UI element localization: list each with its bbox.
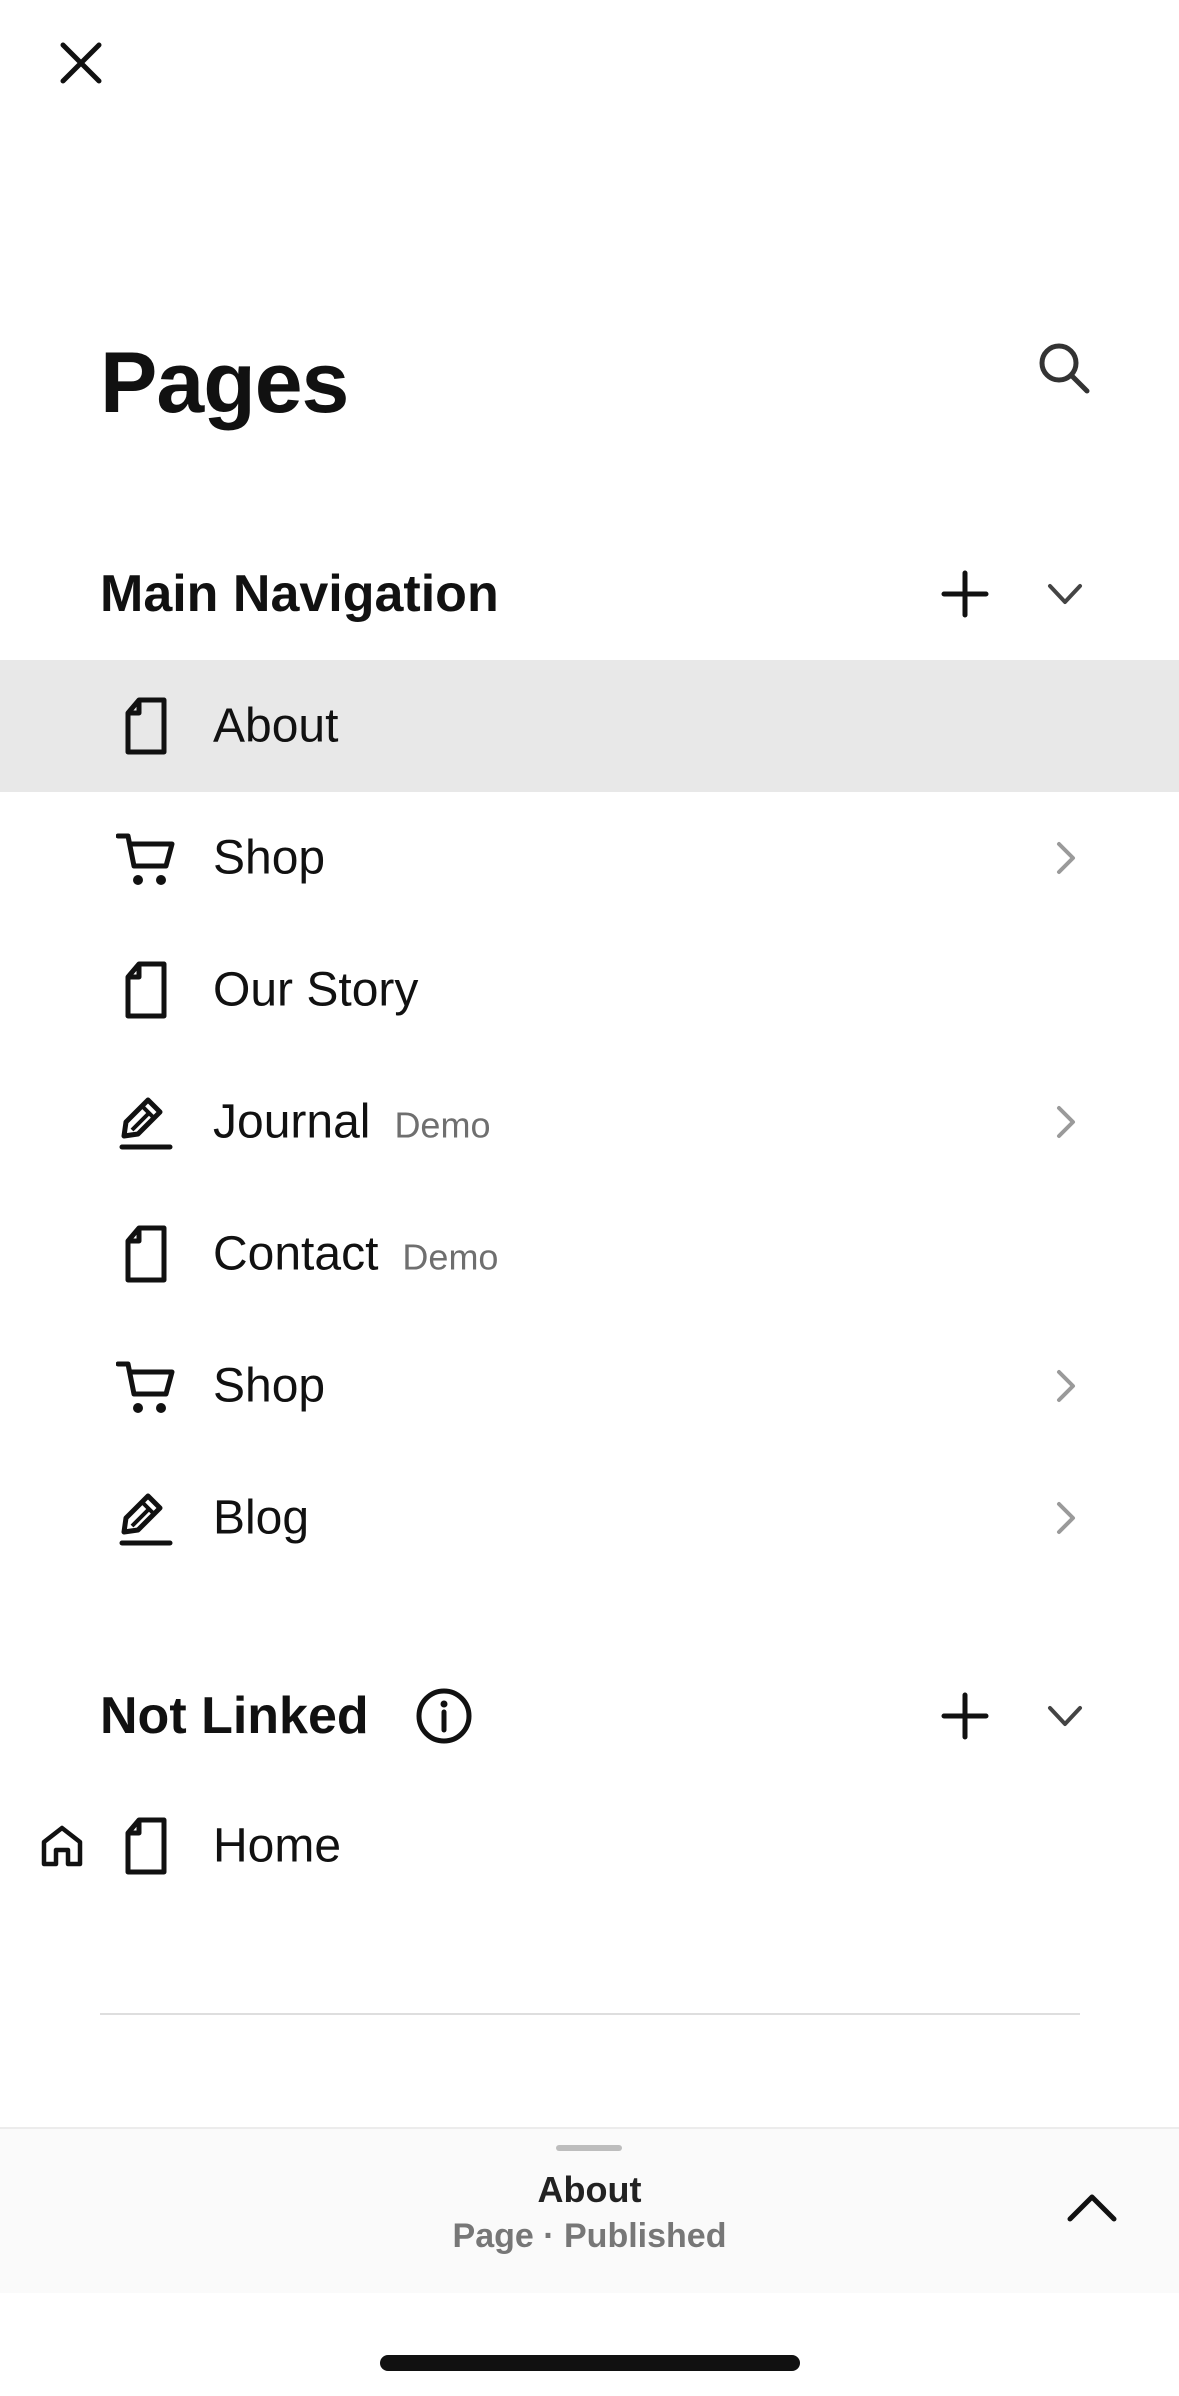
selected-page-title: About — [537, 2169, 642, 2210]
collapse-main-navigation-button[interactable] — [1040, 569, 1090, 619]
page-row-label: Home — [213, 1819, 342, 1873]
chevron-right-icon — [1057, 842, 1075, 874]
page-row-label: Our Story — [213, 963, 419, 1017]
page-row-blog[interactable]: Blog — [0, 1452, 1179, 1584]
plus-icon — [941, 1692, 989, 1740]
section-title-main-navigation: Main Navigation — [100, 565, 499, 623]
selected-page-panel[interactable]: About Page · Published — [0, 2127, 1179, 2293]
page-row-shop[interactable]: Shop — [0, 792, 1179, 924]
page-row-our-story[interactable]: Our Story — [0, 924, 1179, 1056]
info-icon[interactable] — [415, 1687, 473, 1745]
selected-page-status: Page · Published — [452, 2217, 727, 2255]
chevron-down-icon — [1048, 584, 1082, 604]
collapse-not-linked-button[interactable] — [1040, 1691, 1090, 1741]
plus-icon — [941, 570, 989, 618]
chevron-right-icon — [1057, 1370, 1075, 1402]
chevron-down-icon — [1048, 1706, 1082, 1726]
add-page-main-navigation-button[interactable] — [935, 564, 995, 624]
cart-icon — [116, 828, 176, 888]
row-open-button[interactable] — [1040, 833, 1090, 883]
page-icon — [116, 1816, 176, 1876]
close-button[interactable] — [50, 32, 112, 94]
close-icon — [60, 42, 102, 84]
home-indicator — [380, 2355, 800, 2371]
blog-icon — [116, 1488, 176, 1548]
page-row-about[interactable]: About — [0, 660, 1179, 792]
page-row-label: About — [213, 699, 339, 753]
row-open-button[interactable] — [1040, 1493, 1090, 1543]
expand-panel-button[interactable] — [1062, 2179, 1122, 2239]
row-open-button[interactable] — [1040, 1097, 1090, 1147]
page-row-contact[interactable]: Contact Demo — [0, 1188, 1179, 1320]
page-row-label: Journal — [213, 1095, 371, 1149]
page-row-label: Blog — [213, 1491, 310, 1545]
homepage-icon — [41, 1825, 83, 1867]
chevron-right-icon — [1057, 1502, 1075, 1534]
chevron-right-icon — [1057, 1106, 1075, 1138]
search-button[interactable] — [1032, 336, 1096, 400]
page-row-label: Contact — [213, 1227, 379, 1281]
search-icon — [1039, 343, 1090, 394]
page-row-shop-2[interactable]: Shop — [0, 1320, 1179, 1452]
drag-handle[interactable] — [556, 2145, 622, 2151]
page-title: Pages — [100, 335, 349, 431]
demo-tag: Demo — [394, 1104, 491, 1146]
page-icon — [116, 960, 176, 1020]
page-row-home[interactable]: Home — [0, 1780, 1179, 1912]
page-row-label: Shop — [213, 831, 326, 885]
main-navigation-list: About Shop Our Story Journal Demo Contac… — [0, 660, 1179, 1584]
chevron-up-icon — [1067, 2194, 1117, 2222]
demo-tag: Demo — [402, 1236, 499, 1278]
section-header-main-navigation: Main Navigation — [0, 554, 1179, 634]
page-icon — [116, 696, 176, 756]
cart-icon — [116, 1356, 176, 1416]
add-page-not-linked-button[interactable] — [935, 1686, 995, 1746]
not-linked-list: Home — [0, 1780, 1179, 1912]
row-open-button[interactable] — [1040, 1361, 1090, 1411]
page-row-label: Shop — [213, 1359, 326, 1413]
section-header-not-linked: Not Linked — [0, 1676, 1179, 1756]
page-row-journal[interactable]: Journal Demo — [0, 1056, 1179, 1188]
divider — [100, 2013, 1080, 2015]
blog-icon — [116, 1092, 176, 1152]
section-title-not-linked: Not Linked — [100, 1687, 369, 1745]
page-icon — [116, 1224, 176, 1284]
